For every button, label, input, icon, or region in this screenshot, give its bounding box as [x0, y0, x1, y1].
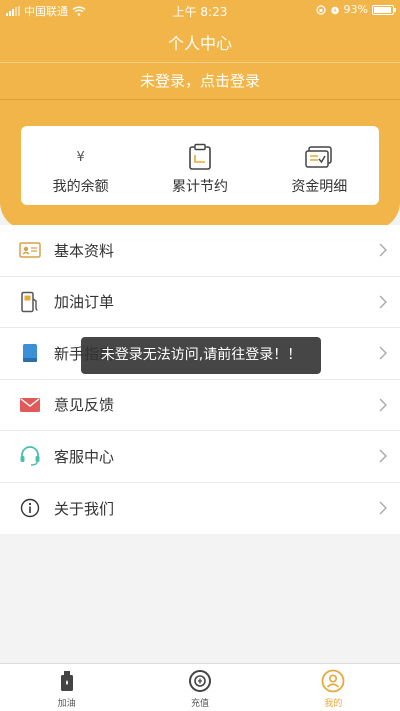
- fuel-icon: [60, 671, 73, 691]
- chevron-right-icon: [379, 398, 387, 411]
- menu-label-about: 关于我们: [54, 499, 115, 518]
- recharge-icon: [188, 670, 211, 692]
- balance-label: 我的余额: [52, 179, 109, 195]
- id-card-icon: [19, 242, 41, 258]
- clipboard-icon: [189, 143, 211, 170]
- balance-value: ¥: [76, 149, 85, 165]
- menu-list: 基本资料 加油订单 新手指南: [0, 225, 400, 534]
- profile-page: 中国联通 上午 8:23 93% 个人中心 未登录，点击登录 ¥ 我的余额 累计…: [0, 0, 400, 711]
- tab-me[interactable]: 我的: [267, 664, 400, 711]
- login-button[interactable]: 未登录，点击登录: [0, 62, 400, 100]
- fuel-pump-icon: [21, 291, 38, 312]
- funds-detail-label: 资金明细: [291, 179, 348, 195]
- menu-label-profile: 基本资料: [54, 241, 115, 260]
- savings-label: 累计节约: [171, 179, 228, 195]
- savings-item[interactable]: 累计节约: [140, 126, 259, 205]
- chevron-right-icon: [379, 346, 387, 360]
- menu-item-orders[interactable]: 加油订单: [0, 277, 400, 328]
- status-right: 93%: [315, 3, 396, 16]
- info-icon: [20, 499, 40, 518]
- chevron-right-icon: [379, 243, 387, 257]
- status-bar: 中国联通 上午 8:23 93%: [0, 0, 400, 20]
- chevron-right-icon: [379, 295, 387, 308]
- chevron-right-icon: [379, 449, 387, 463]
- menu-item-profile[interactable]: 基本资料: [0, 225, 400, 277]
- funds-detail-item[interactable]: 资金明细: [260, 126, 379, 205]
- battery-icon: [372, 4, 396, 15]
- tab-label-recharge: 充值: [190, 699, 209, 709]
- headset-icon: [20, 446, 40, 466]
- tab-recharge[interactable]: 充值: [133, 664, 266, 711]
- ledger-icon: [305, 146, 333, 168]
- menu-label-orders: 加油订单: [54, 293, 115, 312]
- user-icon: [321, 669, 345, 693]
- battery-percent: 93%: [343, 3, 368, 16]
- tab-bar: 加油 充值 我的: [0, 663, 400, 711]
- lock-rotation-icon: [315, 4, 326, 15]
- page-title: 个人中心: [167, 34, 232, 53]
- menu-label-support: 客服中心: [54, 447, 115, 466]
- menu-label-feedback: 意见反馈: [54, 396, 115, 415]
- book-icon: [23, 344, 37, 363]
- menu-item-about[interactable]: 关于我们: [0, 483, 400, 535]
- alarm-icon: [330, 6, 339, 14]
- chevron-right-icon: [379, 501, 387, 514]
- balance-item[interactable]: ¥ 我的余额: [21, 126, 140, 205]
- tab-label-fuel: 加油: [57, 699, 76, 709]
- login-required-toast: 未登录无法访问,请前往登录！！: [81, 337, 321, 374]
- menu-item-support[interactable]: 客服中心: [0, 431, 400, 483]
- tab-fuel[interactable]: 加油: [0, 664, 133, 711]
- mail-icon: [20, 397, 40, 412]
- header: 中国联通 上午 8:23 93% 个人中心 未登录，点击登录 ¥ 我的余额 累计…: [0, 0, 400, 230]
- summary-card: ¥ 我的余额 累计节约 资金明细: [21, 126, 379, 205]
- tab-label-me: 我的: [324, 699, 343, 709]
- menu-item-feedback[interactable]: 意见反馈: [0, 380, 400, 431]
